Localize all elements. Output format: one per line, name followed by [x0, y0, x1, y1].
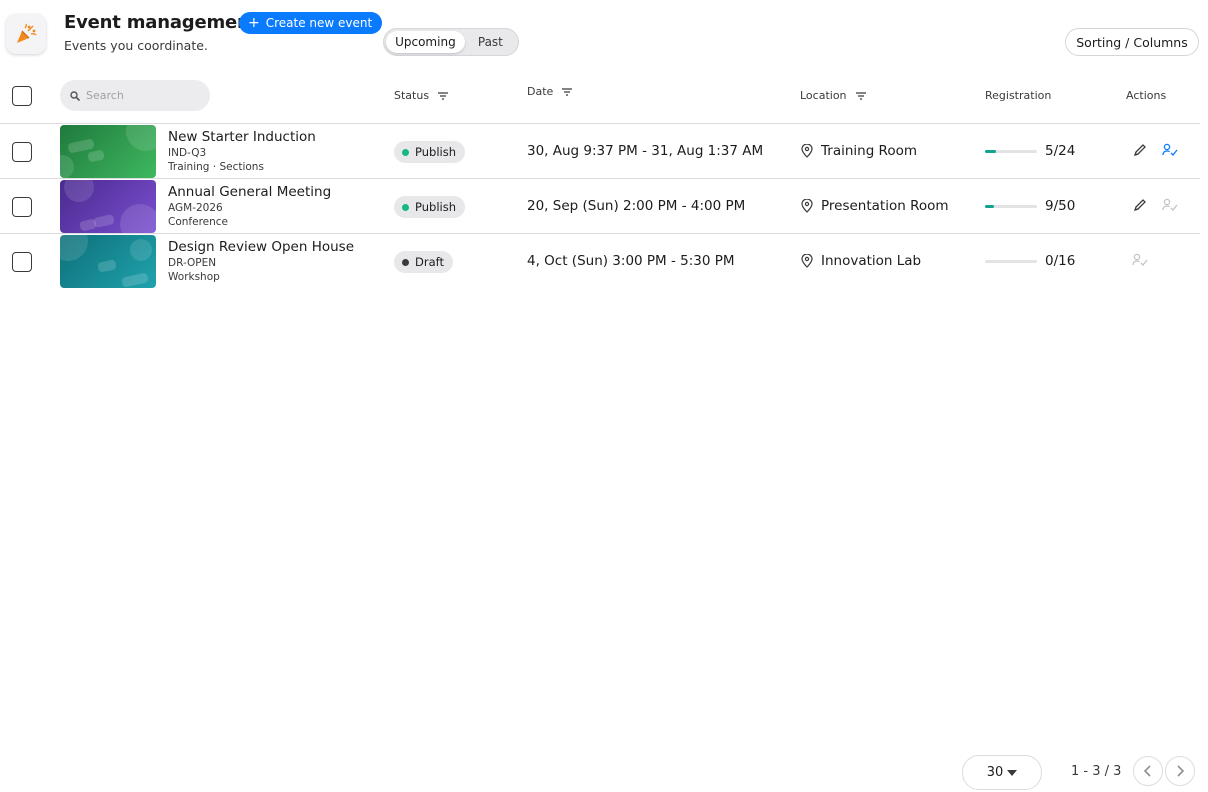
edit-pencil-icon[interactable] — [1132, 142, 1148, 158]
page-subtitle: Events you coordinate. — [64, 38, 208, 53]
event-location: Training Room — [801, 143, 917, 159]
registration-count: 9/50 — [1045, 198, 1076, 214]
registration-count: 0/16 — [1045, 253, 1076, 269]
tab-past[interactable]: Past — [465, 31, 516, 53]
per-page-value: 30 — [986, 765, 1004, 780]
status-badge: Publish — [394, 141, 465, 163]
row-checkbox[interactable] — [12, 142, 32, 162]
event-category: Conference — [168, 216, 229, 228]
status-header-label: Status — [394, 89, 430, 102]
map-pin-icon — [801, 144, 813, 158]
table-row[interactable]: New Starter Induction IND-Q3 Training · … — [0, 124, 1200, 179]
select-all-checkbox[interactable] — [12, 86, 32, 106]
caret-down-icon — [1007, 769, 1018, 776]
event-code: DR-OPEN — [168, 257, 217, 269]
status-label: Draft — [415, 255, 444, 269]
table-row[interactable]: Annual General Meeting AGM-2026 Conferen… — [0, 179, 1200, 234]
date-header-label: Date — [527, 85, 554, 98]
event-location: Innovation Lab — [801, 253, 921, 269]
map-pin-icon — [801, 254, 813, 268]
status-label: Publish — [415, 200, 456, 214]
edit-pencil-icon[interactable] — [1132, 197, 1148, 213]
timeframe-segmented-control: Upcoming Past — [383, 28, 519, 56]
location-header-label: Location — [800, 89, 847, 102]
rows-per-page-select[interactable]: 30 — [962, 755, 1042, 790]
date-column-header[interactable]: Date — [527, 85, 573, 98]
registration-progress — [985, 260, 1037, 263]
event-name[interactable]: Design Review Open House — [168, 239, 354, 255]
event-thumbnail — [60, 235, 156, 288]
table-row[interactable]: Design Review Open House DR-OPEN Worksho… — [0, 234, 1200, 289]
page-title: Event management — [64, 12, 259, 33]
status-label: Publish — [415, 145, 456, 159]
registration-column-header: Registration — [985, 89, 1052, 102]
search-icon — [70, 90, 80, 101]
row-checkbox[interactable] — [12, 252, 32, 272]
registration-progress — [985, 205, 1037, 208]
search-field[interactable] — [60, 80, 210, 111]
status-dot-icon — [402, 148, 409, 156]
plus-icon: + — [248, 15, 260, 31]
location-label: Presentation Room — [821, 198, 949, 214]
status-dot-icon — [402, 203, 409, 211]
event-thumbnail — [60, 125, 156, 178]
search-input[interactable] — [86, 89, 196, 102]
chevron-right-icon — [1177, 765, 1184, 777]
event-code: AGM-2026 — [168, 202, 223, 214]
next-page-button[interactable] — [1165, 756, 1195, 786]
map-pin-icon — [801, 199, 813, 213]
location-label: Training Room — [821, 143, 918, 159]
tab-upcoming[interactable]: Upcoming — [386, 31, 465, 53]
filter-icon[interactable] — [855, 91, 867, 101]
status-column-header[interactable]: Status — [394, 89, 449, 102]
event-date: 20, Sep (Sun) 2:00 PM - 4:00 PM — [527, 198, 746, 214]
attendee-check-icon[interactable] — [1132, 252, 1148, 268]
pagination-range: 1 - 3 / 3 — [1071, 764, 1122, 779]
actions-column-header: Actions — [1126, 89, 1167, 102]
app-logo-party-popper-icon — [6, 14, 46, 54]
registration-count: 5/24 — [1045, 143, 1076, 159]
attendee-check-icon[interactable] — [1162, 142, 1178, 158]
filter-icon[interactable] — [437, 91, 449, 101]
status-badge: Publish — [394, 196, 465, 218]
status-dot-icon — [402, 258, 409, 266]
chevron-left-icon — [1144, 765, 1151, 777]
event-name[interactable]: New Starter Induction — [168, 129, 316, 145]
row-checkbox[interactable] — [12, 197, 32, 217]
filter-icon[interactable] — [561, 87, 573, 97]
create-event-button[interactable]: + Create new event — [239, 12, 383, 34]
sorting-columns-button[interactable]: Sorting / Columns — [1065, 28, 1199, 56]
event-thumbnail — [60, 180, 156, 233]
registration-progress — [985, 150, 1037, 153]
event-date: 4, Oct (Sun) 3:00 PM - 5:30 PM — [527, 253, 735, 269]
location-column-header[interactable]: Location — [800, 89, 867, 102]
create-event-label: Create new event — [265, 16, 373, 30]
event-code: IND-Q3 — [168, 147, 207, 159]
previous-page-button[interactable] — [1133, 756, 1163, 786]
event-date: 30, Aug 9:37 PM - 31, Aug 1:37 AM — [527, 143, 764, 159]
event-location: Presentation Room — [801, 198, 949, 214]
table-header: Status Date Location Registration Action… — [0, 70, 1200, 124]
event-name[interactable]: Annual General Meeting — [168, 184, 331, 200]
location-label: Innovation Lab — [821, 253, 922, 269]
event-category: Training · Sections — [168, 161, 264, 173]
status-badge: Draft — [394, 251, 453, 273]
attendee-check-icon[interactable] — [1162, 197, 1178, 213]
event-category: Workshop — [168, 271, 220, 283]
